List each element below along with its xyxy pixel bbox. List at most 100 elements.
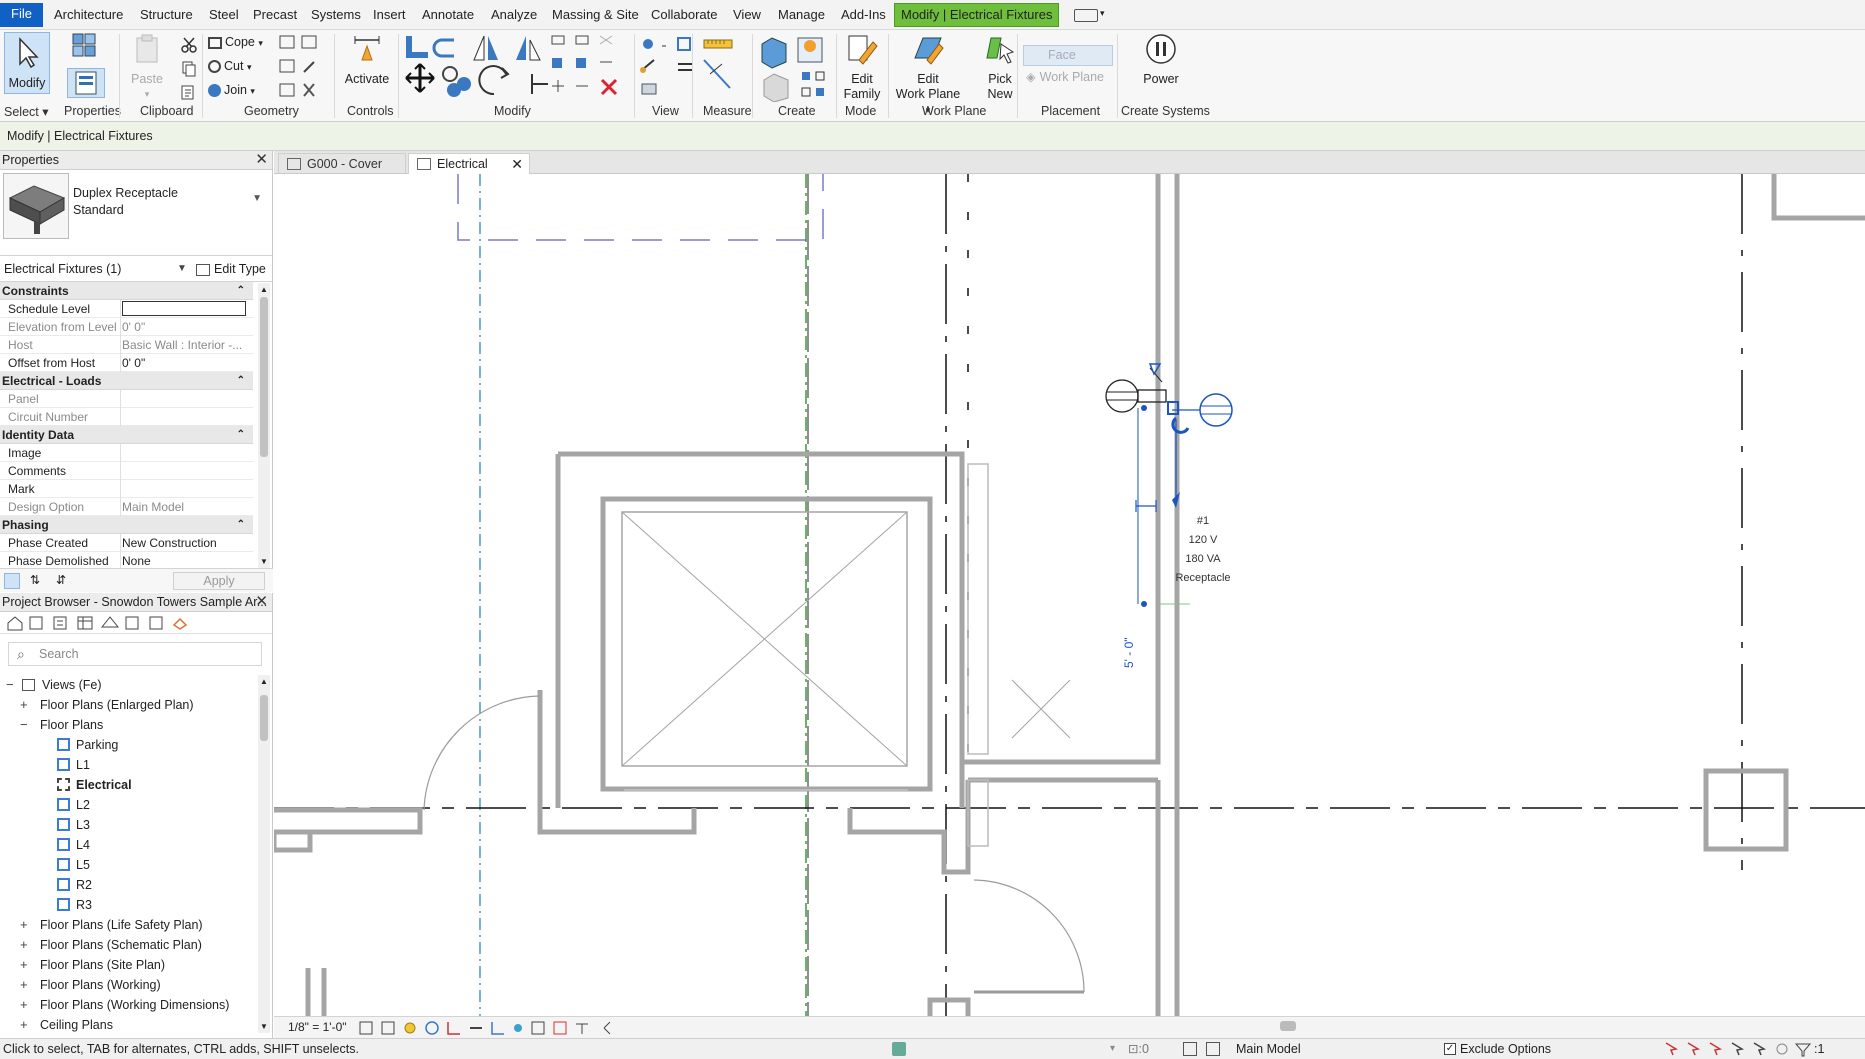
- tree-item[interactable]: + Floor Plans (Working Dimensions): [0, 995, 255, 1015]
- tree-item[interactable]: + Floor Plans (Life Safety Plan): [0, 915, 255, 935]
- scroll-up-icon[interactable]: ▲: [260, 285, 268, 294]
- tab-architecture[interactable]: Architecture: [48, 4, 129, 26]
- tree-item[interactable]: − Floor Plans: [0, 715, 255, 735]
- tab-annotate[interactable]: Annotate: [416, 4, 480, 26]
- sort-ascending-icon[interactable]: ⇅: [30, 573, 40, 587]
- tree-item[interactable]: R3: [0, 895, 255, 915]
- power-button[interactable]: Power: [1133, 32, 1189, 87]
- dropdown-arrow-icon[interactable]: ▾: [1110, 1039, 1115, 1059]
- tab-g000-cover[interactable]: G000 - Cover: [278, 153, 406, 174]
- circuit-tag[interactable]: #1 120 V 180 VA Receptacle: [1173, 512, 1233, 588]
- floor-plan-drawing[interactable]: [274, 174, 1865, 1016]
- browser-search-input[interactable]: ⌕ Search: [8, 642, 262, 666]
- tab-massing-site[interactable]: Massing & Site: [546, 4, 645, 26]
- edit-family-button[interactable]: Edit Family: [840, 32, 884, 102]
- tree-item[interactable]: L5: [0, 855, 255, 875]
- collapse-icon[interactable]: −: [20, 715, 28, 735]
- scroll-down-icon[interactable]: ▼: [260, 1022, 268, 1031]
- property-value[interactable]: [122, 301, 246, 316]
- view-control-icons[interactable]: [358, 1020, 628, 1036]
- tab-precast[interactable]: Precast: [247, 4, 303, 26]
- expand-icon[interactable]: +: [20, 935, 28, 955]
- property-row[interactable]: Host Basic Wall : Interior -...: [0, 336, 253, 354]
- property-value[interactable]: 0' 0": [122, 354, 250, 372]
- tree-item[interactable]: + Floor Plans (Working): [0, 975, 255, 995]
- scroll-thumb[interactable]: [260, 297, 268, 457]
- property-row[interactable]: Phase Created New Construction: [0, 534, 253, 552]
- expand-icon[interactable]: +: [20, 995, 28, 1015]
- close-icon[interactable]: ✕: [511, 154, 523, 175]
- property-row[interactable]: Comments: [0, 462, 253, 480]
- tab-insert[interactable]: Insert: [367, 4, 412, 26]
- type-selector[interactable]: Duplex Receptacle Standard ▼: [0, 170, 272, 256]
- collapse-icon[interactable]: ⌃: [237, 372, 245, 390]
- collapse-icon[interactable]: ⌃: [237, 426, 245, 444]
- selection-filter-icons[interactable]: [1664, 1041, 1814, 1057]
- properties-palette-toggle[interactable]: [67, 68, 105, 98]
- expand-icon[interactable]: +: [20, 695, 28, 715]
- tab-analyze[interactable]: Analyze: [485, 4, 543, 26]
- tree-item[interactable]: L3: [0, 815, 255, 835]
- tree-item[interactable]: Parking: [0, 735, 255, 755]
- activate-button[interactable]: Activate: [340, 32, 394, 87]
- work-plane-placement-button[interactable]: ◈ Work Plane: [1026, 69, 1104, 85]
- create-icons[interactable]: [758, 34, 832, 102]
- tree-item[interactable]: L2: [0, 795, 255, 815]
- expand-icon[interactable]: +: [20, 975, 28, 995]
- quick-access-toggle-icon[interactable]: [1074, 9, 1098, 22]
- close-icon[interactable]: ✕: [255, 593, 268, 611]
- collapse-icon[interactable]: ⌃: [237, 282, 245, 300]
- collapse-icon[interactable]: ⌃: [237, 516, 245, 534]
- active-design-option[interactable]: Main Model: [1236, 1039, 1301, 1059]
- modify-button[interactable]: Modify: [4, 32, 50, 94]
- dropdown-arrow-icon[interactable]: ▾: [1100, 8, 1105, 19]
- select-panel-label[interactable]: Select ▾: [4, 104, 49, 119]
- tab-steel[interactable]: Steel: [203, 4, 245, 26]
- edit-type-button[interactable]: Edit Type: [196, 256, 266, 282]
- property-group-header[interactable]: Electrical - Loads ⌃: [0, 372, 253, 390]
- cut-geometry-button[interactable]: Cut ▾: [208, 58, 251, 75]
- tab-add-ins[interactable]: Add-Ins: [835, 4, 892, 26]
- view-tools-icons[interactable]: [638, 34, 698, 102]
- property-group-header[interactable]: Constraints ⌃: [0, 282, 253, 300]
- tree-item[interactable]: + Ceiling Plans: [0, 1015, 255, 1033]
- tab-collaborate[interactable]: Collaborate: [645, 4, 724, 26]
- geometry-tools-icons[interactable]: [278, 34, 322, 100]
- scroll-thumb[interactable]: [260, 695, 268, 741]
- tab-structure[interactable]: Structure: [134, 4, 199, 26]
- tab-electrical[interactable]: Electrical ✕: [408, 153, 530, 174]
- exclude-options-checkbox[interactable]: ✓: [1444, 1043, 1456, 1055]
- tree-item[interactable]: L4: [0, 835, 255, 855]
- tree-item[interactable]: Electrical: [0, 775, 255, 795]
- tree-item[interactable]: + Floor Plans (Schematic Plan): [0, 935, 255, 955]
- tree-root-views[interactable]: − Views (Fe): [0, 675, 255, 695]
- properties-scrollbar[interactable]: ▲ ▼: [258, 283, 270, 568]
- horizontal-scroll-thumb[interactable]: [1280, 1021, 1296, 1031]
- copy-icon[interactable]: [180, 60, 198, 78]
- pick-new-button[interactable]: Pick New: [978, 32, 1022, 102]
- chevron-down-icon[interactable]: ▼: [252, 193, 262, 204]
- paste-button[interactable]: Paste ▾: [124, 32, 170, 102]
- face-button[interactable]: Face: [1023, 45, 1113, 66]
- chevron-down-icon[interactable]: ▼: [177, 256, 187, 282]
- tab-view[interactable]: View: [727, 4, 767, 26]
- property-row[interactable]: Image: [0, 444, 253, 462]
- tree-item[interactable]: + Floor Plans (Site Plan): [0, 955, 255, 975]
- property-row[interactable]: Design Option Main Model: [0, 498, 253, 516]
- tree-item[interactable]: R2: [0, 875, 255, 895]
- collapse-icon[interactable]: −: [6, 675, 14, 695]
- cut-scissors-icon[interactable]: [180, 36, 198, 54]
- close-icon[interactable]: ✕: [255, 151, 268, 169]
- browser-scrollbar[interactable]: ▲ ▼: [258, 675, 270, 1033]
- drawing-canvas[interactable]: 5' - 0" #1 120 V 180 VA Receptacle: [274, 174, 1865, 1016]
- browser-toolbar-icons[interactable]: [4, 613, 204, 633]
- measure-icons[interactable]: [702, 34, 750, 102]
- property-row[interactable]: Circuit Number: [0, 408, 253, 426]
- view-scale[interactable]: 1/8" = 1'-0": [288, 1017, 347, 1037]
- modify-tools-icons[interactable]: [402, 34, 632, 102]
- tree-item[interactable]: L1: [0, 755, 255, 775]
- properties-view-icon[interactable]: [4, 573, 20, 589]
- property-row[interactable]: Elevation from Level 0' 0": [0, 318, 253, 336]
- apply-button[interactable]: Apply: [173, 572, 265, 590]
- instance-filter[interactable]: Electrical Fixtures (1) ▼ Edit Type: [0, 256, 272, 282]
